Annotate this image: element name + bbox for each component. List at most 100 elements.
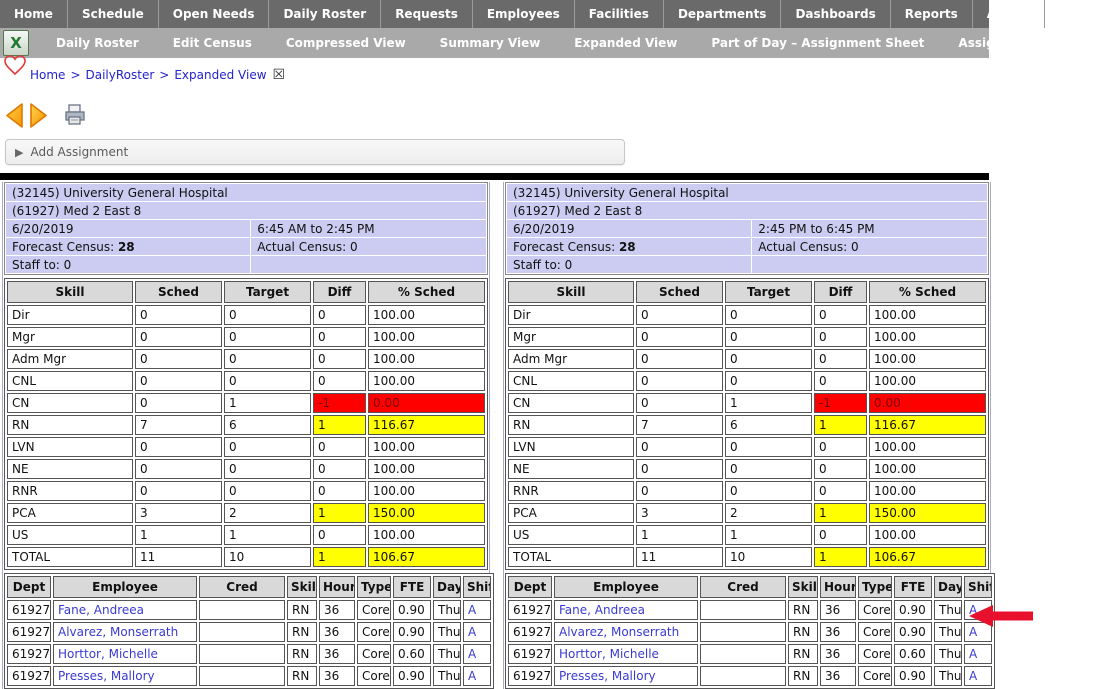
sub-nav-item-assignment-notes-report[interactable]: Assignment Notes Report bbox=[941, 36, 1097, 50]
actual-census: Actual Census: 0 bbox=[752, 238, 987, 255]
breadcrumb-separator: > bbox=[70, 68, 80, 82]
top-nav-tab-requests[interactable]: Requests bbox=[381, 0, 473, 28]
top-nav-tab-daily-roster[interactable]: Daily Roster bbox=[269, 0, 381, 28]
employee-link[interactable]: Horttor, Michelle bbox=[58, 647, 158, 661]
shift-link[interactable]: A bbox=[468, 625, 476, 639]
roster-panel: (32145) University General Hospital (619… bbox=[2, 182, 490, 689]
skill-name-cell: US bbox=[7, 525, 133, 545]
sched-cell: 11 bbox=[636, 547, 723, 567]
top-nav-tab-dashboards[interactable]: Dashboards bbox=[781, 0, 890, 28]
breadcrumb-link-dailyroster[interactable]: DailyRoster bbox=[86, 68, 155, 82]
next-arrow-icon[interactable] bbox=[29, 103, 48, 128]
employee-link[interactable]: Presses, Mallory bbox=[559, 669, 656, 683]
employee-link[interactable]: Fane, Andreea bbox=[58, 603, 144, 617]
top-nav-tab-schedule[interactable]: Schedule bbox=[68, 0, 159, 28]
sub-nav-item-edit-census[interactable]: Edit Census bbox=[156, 36, 269, 50]
shift-link[interactable]: A bbox=[969, 669, 977, 683]
diff-cell: 0 bbox=[313, 525, 366, 545]
skill-row-cnl: CNL000100.00 bbox=[508, 371, 986, 391]
skill-name-cell: NE bbox=[7, 459, 133, 479]
sched-cell: 0 bbox=[636, 437, 723, 457]
pct-sched-cell: 150.00 bbox=[368, 503, 485, 523]
pct-sched-cell: 100.00 bbox=[368, 437, 485, 457]
employee-link[interactable]: Alvarez, Monserrath bbox=[559, 625, 679, 639]
sub-nav-item-expanded-view[interactable]: Expanded View bbox=[557, 36, 694, 50]
top-nav-tab-employees[interactable]: Employees bbox=[473, 0, 575, 28]
shift-link[interactable]: A bbox=[969, 625, 977, 639]
dept-cell: 61927 bbox=[7, 644, 51, 664]
breadcrumb-link-home[interactable]: Home bbox=[30, 68, 65, 82]
pct-sched-cell: 100.00 bbox=[368, 349, 485, 369]
employee-cell: Fane, Andreea bbox=[554, 600, 698, 620]
cred-cell bbox=[700, 622, 786, 642]
employee-cell: Alvarez, Monserrath bbox=[53, 622, 197, 642]
shift-link[interactable]: A bbox=[468, 647, 476, 661]
diff-cell: 0 bbox=[313, 349, 366, 369]
target-cell: 0 bbox=[224, 349, 311, 369]
shift-link[interactable]: A bbox=[468, 603, 476, 617]
sub-nav-item-daily-roster[interactable]: Daily Roster bbox=[39, 36, 156, 50]
unit-name: (61927) Med 2 East 8 bbox=[507, 202, 987, 219]
employee-link[interactable]: Presses, Mallory bbox=[58, 669, 155, 683]
target-cell: 6 bbox=[224, 415, 311, 435]
sub-nav-item-summary-view[interactable]: Summary View bbox=[423, 36, 558, 50]
forecast-census: Forecast Census: 28 bbox=[6, 238, 250, 255]
assignment-col-header-cred: Cred bbox=[700, 576, 786, 598]
employee-link[interactable]: Horttor, Michelle bbox=[559, 647, 659, 661]
top-nav-tab-admin[interactable]: Admin bbox=[973, 0, 1045, 28]
skill-name-cell: CN bbox=[7, 393, 133, 413]
sched-cell: 7 bbox=[636, 415, 723, 435]
top-nav-tab-open-needs[interactable]: Open Needs bbox=[159, 0, 270, 28]
top-nav-tab-home[interactable]: Home bbox=[0, 0, 68, 28]
assignment-col-header-hours: Hours bbox=[319, 576, 355, 598]
sched-cell: 0 bbox=[135, 459, 222, 479]
pct-sched-cell: 100.00 bbox=[869, 349, 986, 369]
top-nav-tab-departments[interactable]: Departments bbox=[664, 0, 782, 28]
top-nav-tab-reports[interactable]: Reports bbox=[891, 0, 973, 28]
assignment-table: DeptEmployeeCredSkillHoursTypeFTEDayShif… bbox=[4, 573, 494, 689]
prev-arrow-icon[interactable] bbox=[5, 103, 24, 128]
day-cell: Thu bbox=[433, 600, 461, 620]
printer-icon[interactable] bbox=[63, 104, 87, 126]
shift-link[interactable]: A bbox=[969, 603, 977, 617]
dept-cell: 61927 bbox=[508, 644, 552, 664]
skill-cell: RN bbox=[287, 644, 317, 664]
top-nav-tab-help[interactable]: Help bbox=[1045, 0, 1097, 28]
heart-icon[interactable] bbox=[3, 52, 27, 78]
skill-row-rn: RN761116.67 bbox=[508, 415, 986, 435]
envelope-icon[interactable]: ☒ bbox=[273, 68, 286, 82]
sub-nav-item-compressed-view[interactable]: Compressed View bbox=[269, 36, 423, 50]
assignment-row: 61927Fane, AndreeaRN36Core0.90ThuA bbox=[508, 600, 992, 620]
target-cell: 0 bbox=[224, 305, 311, 325]
pct-sched-cell: 0.00 bbox=[368, 393, 485, 413]
shift-link[interactable]: A bbox=[969, 647, 977, 661]
sched-cell: 1 bbox=[135, 525, 222, 545]
assignment-col-header-fte: FTE bbox=[393, 576, 431, 598]
sub-nav-item-part-of-day-assignment-sheet[interactable]: Part of Day – Assignment Sheet bbox=[694, 36, 941, 50]
add-assignment-button[interactable]: ▶ Add Assignment bbox=[5, 139, 625, 165]
diff-cell: 0 bbox=[814, 305, 867, 325]
sub-nav-bar: X Daily RosterEdit CensusCompressed View… bbox=[0, 28, 989, 58]
type-cell: Core bbox=[357, 600, 391, 620]
daily-roster-expanded-view-page: { "colors": { "nav_dark": "#6a6a6a", "na… bbox=[0, 0, 1097, 642]
skill-row-mgr: Mgr000100.00 bbox=[7, 327, 485, 347]
assignment-row: 61927Fane, AndreeaRN36Core0.90ThuA bbox=[7, 600, 491, 620]
empty-cell bbox=[752, 256, 987, 273]
shift-cell: A bbox=[463, 666, 491, 686]
shift-time-range: 2:45 PM to 6:45 PM bbox=[752, 220, 987, 237]
skill-name-cell: RNR bbox=[508, 481, 634, 501]
skill-row-dir: Dir000100.00 bbox=[7, 305, 485, 325]
sched-cell: 11 bbox=[135, 547, 222, 567]
diff-cell: -1 bbox=[814, 393, 867, 413]
employee-cell: Alvarez, Monserrath bbox=[554, 622, 698, 642]
skill-name-cell: Adm Mgr bbox=[508, 349, 634, 369]
cred-cell bbox=[700, 600, 786, 620]
employee-link[interactable]: Fane, Andreea bbox=[559, 603, 645, 617]
shift-link[interactable]: A bbox=[468, 669, 476, 683]
breadcrumb-link-expanded-view[interactable]: Expanded View bbox=[174, 68, 266, 82]
breadcrumb-links: Home>DailyRoster>Expanded View bbox=[30, 68, 267, 82]
top-nav-tab-facilities[interactable]: Facilities bbox=[575, 0, 664, 28]
skill-col-header-diff: Diff bbox=[313, 281, 366, 303]
employee-link[interactable]: Alvarez, Monserrath bbox=[58, 625, 178, 639]
skill-row-pca: PCA321150.00 bbox=[508, 503, 986, 523]
